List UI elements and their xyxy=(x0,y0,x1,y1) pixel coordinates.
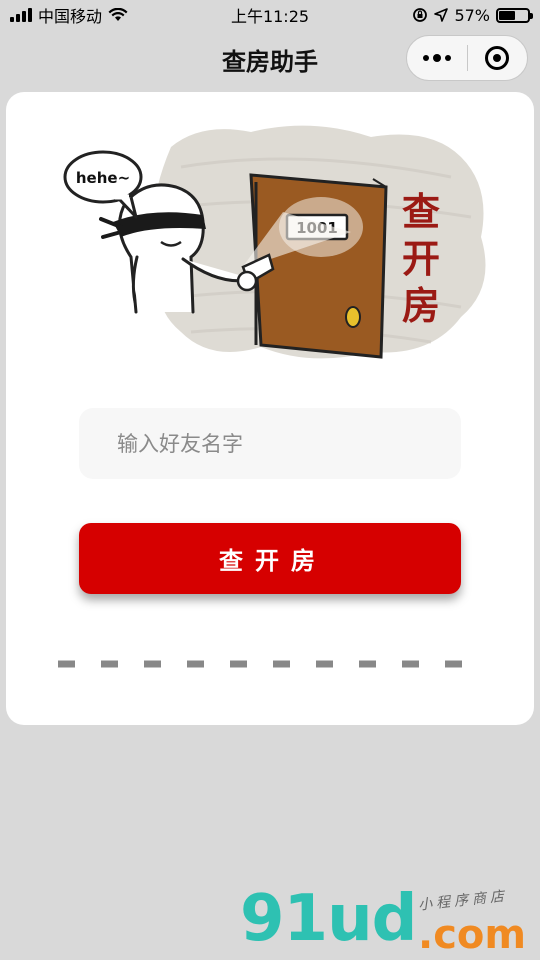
more-dots-icon xyxy=(422,54,451,62)
side-text-1: 查 xyxy=(402,190,440,234)
side-text-2: 开 xyxy=(402,237,440,281)
watermark-brand: 91ud xyxy=(240,882,417,956)
battery-percent: 57% xyxy=(454,5,490,25)
wifi-icon xyxy=(108,8,128,21)
check-room-button[interactable]: 查开房 xyxy=(79,523,461,594)
signal-icon xyxy=(10,8,32,22)
carrier-label: 中国移动 xyxy=(38,7,103,26)
battery-fill xyxy=(499,10,515,20)
status-bar: 中国移动 上午11:25 57% xyxy=(0,0,540,30)
hero-illustration: 1001 查 开 房 hehe~ xyxy=(63,125,486,359)
battery-icon xyxy=(496,7,533,23)
bubble-text: hehe~ xyxy=(76,169,130,187)
target-circle-icon xyxy=(485,46,510,70)
friend-name-input[interactable] xyxy=(79,408,461,479)
close-button[interactable] xyxy=(468,36,528,80)
status-right: 57% xyxy=(412,5,533,25)
page-title: 查房助手 xyxy=(222,47,318,76)
status-left: 中国移动 xyxy=(10,3,128,27)
side-text-3: 房 xyxy=(402,284,440,328)
dashed-divider xyxy=(58,660,484,668)
watermark-suffix: .com xyxy=(418,912,527,958)
clock: 上午11:25 xyxy=(230,7,310,26)
mini-program-capsule xyxy=(406,35,528,81)
main-card: 1001 查 开 房 hehe~ 查开房 xyxy=(6,92,534,725)
location-arrow-icon xyxy=(434,8,449,22)
watermark-tagline: 小程序商店 xyxy=(417,888,509,914)
rotation-lock-icon xyxy=(413,8,428,22)
site-watermark: 91ud 小程序商店 .com xyxy=(240,885,540,960)
nav-bar: 查房助手 xyxy=(0,30,540,88)
more-button[interactable] xyxy=(407,36,467,80)
